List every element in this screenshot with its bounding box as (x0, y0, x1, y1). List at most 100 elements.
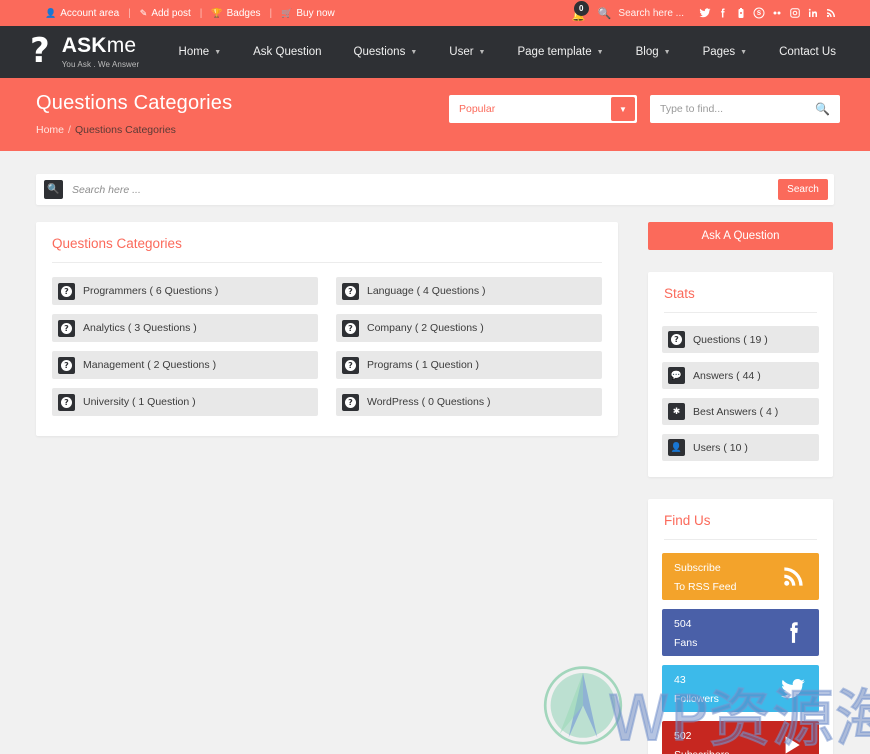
category-item-programmers[interactable]: ? Programmers ( 6 Questions ) (52, 277, 318, 305)
main-column: Questions Categories ? Programmers ( 6 Q… (36, 222, 618, 436)
find-us-text: 43 Followers (674, 670, 719, 708)
chevron-down-icon: ▼ (214, 49, 221, 56)
sidebar: Ask A Question Stats ? Questions ( 19 ) … (648, 222, 833, 754)
search-input[interactable]: Search here ... (63, 184, 778, 196)
stats-card: Stats ? Questions ( 19 ) 💬 Answers ( 44 … (648, 272, 833, 477)
user-icon: 👤 (45, 9, 56, 18)
find-input-placeholder: Type to find... (660, 103, 723, 115)
nav-item-label: Questions (354, 46, 406, 58)
find-input[interactable]: Type to find... 🔍 (650, 95, 840, 123)
find-us-line1: 43 (674, 674, 686, 686)
category-item-university[interactable]: ? University ( 1 Question ) (52, 388, 318, 416)
youtube-icon (776, 732, 806, 754)
find-us-text: 502 Subscribers (674, 726, 729, 754)
question-icon: ? (58, 357, 75, 374)
stat-item-users[interactable]: 👤 Users ( 10 ) (662, 434, 819, 461)
notifications-button[interactable]: 🔔 0 (566, 0, 592, 26)
instagram-icon[interactable] (786, 4, 804, 22)
category-item-management[interactable]: ? Management ( 2 Questions ) (52, 351, 318, 379)
search-icon[interactable]: 🔍 (598, 7, 612, 20)
stat-item-answers[interactable]: 💬 Answers ( 44 ) (662, 362, 819, 389)
top-utility-bar: 👤 Account area | ✎ Add post | 🏆 Badges |… (0, 0, 870, 26)
nav-item-label: User (449, 46, 473, 58)
linkedin-icon[interactable] (804, 4, 822, 22)
nav-item-ask-question[interactable]: Ask Question (237, 46, 337, 58)
facebook-icon[interactable] (714, 4, 732, 22)
comment-icon: 💬 (668, 367, 685, 384)
category-label: Management ( 2 Questions ) (83, 359, 216, 371)
skype-icon[interactable] (750, 4, 768, 22)
chevron-down-icon: ▼ (410, 49, 417, 56)
rss-icon[interactable] (822, 4, 840, 22)
question-mark-logo-icon: ? (30, 34, 50, 68)
question-icon: ? (58, 394, 75, 411)
stat-label: Questions ( 19 ) (693, 334, 768, 346)
find-us-item-twitter[interactable]: 43 Followers (662, 665, 819, 712)
nav-item-label: Home (179, 46, 210, 58)
category-label: Language ( 4 Questions ) (367, 285, 486, 297)
search-button[interactable]: Search (778, 179, 828, 200)
stats-card-title: Stats (648, 272, 833, 301)
page-root: 👤 Account area | ✎ Add post | 🏆 Badges |… (0, 0, 870, 754)
search-icon[interactable]: 🔍 (815, 102, 830, 116)
sort-select-value: Popular (449, 103, 495, 115)
stat-label: Users ( 10 ) (693, 442, 748, 454)
question-icon: ? (342, 320, 359, 337)
category-item-company[interactable]: ? Company ( 2 Questions ) (336, 314, 602, 342)
find-us-item-facebook[interactable]: 504 Fans (662, 609, 819, 656)
twitter-icon[interactable] (696, 4, 714, 22)
chevron-down-icon[interactable]: ▼ (611, 97, 635, 121)
site-logo[interactable]: ? ASKme You Ask . We Answer (30, 35, 139, 68)
topbar-link-account[interactable]: 👤 Account area (36, 8, 128, 19)
breadcrumb-separator: / (68, 124, 71, 136)
stat-item-questions[interactable]: ? Questions ( 19 ) (662, 326, 819, 353)
nav-item-label: Blog (636, 46, 659, 58)
topbar-link-badges[interactable]: 🏆 Badges (202, 8, 269, 19)
logo-main-bold: ASK (62, 34, 107, 57)
rss-icon (781, 564, 806, 589)
find-us-line2: Fans (674, 637, 697, 649)
categories-grid: ? Programmers ( 6 Questions ) ? Language… (36, 263, 618, 436)
breadcrumb-home[interactable]: Home (36, 124, 64, 136)
wordpress-logo-icon (528, 664, 638, 754)
stat-item-best-answers[interactable]: ✱ Best Answers ( 4 ) (662, 398, 819, 425)
ask-a-question-button[interactable]: Ask A Question (648, 222, 833, 250)
chevron-down-icon: ▼ (479, 49, 486, 56)
nav-item-user[interactable]: User ▼ (433, 46, 501, 58)
nav-item-home[interactable]: Home ▼ (163, 46, 238, 58)
sort-select[interactable]: Popular ▼ (449, 95, 637, 123)
category-item-language[interactable]: ? Language ( 4 Questions ) (336, 277, 602, 305)
find-us-card-title: Find Us (648, 499, 833, 528)
nav-item-label: Pages (703, 46, 736, 58)
flickr-icon[interactable] (768, 4, 786, 22)
find-us-line2: Subscribers (674, 749, 729, 754)
topbar-link-buy-now[interactable]: 🛒 Buy now (272, 8, 344, 19)
topbar-link-label: Badges (227, 8, 261, 19)
category-item-wordpress[interactable]: ? WordPress ( 0 Questions ) (336, 388, 602, 416)
notification-badge: 0 (574, 1, 589, 16)
find-us-item-rss[interactable]: Subscribe To RSS Feed (662, 553, 819, 600)
topbar-link-label: Account area (60, 8, 119, 19)
nav-item-questions[interactable]: Questions ▼ (338, 46, 434, 58)
find-us-text: 504 Fans (674, 614, 697, 652)
topbar-link-add-post[interactable]: ✎ Add post (131, 8, 200, 19)
top-links: 👤 Account area | ✎ Add post | 🏆 Badges |… (36, 8, 344, 19)
page-header-banner: Questions Categories Home/Questions Cate… (0, 78, 870, 151)
topbar-search-placeholder[interactable]: Search here ... (618, 8, 684, 19)
category-label: Programs ( 1 Question ) (367, 359, 479, 371)
stat-label: Best Answers ( 4 ) (693, 406, 778, 418)
category-item-programs[interactable]: ? Programs ( 1 Question ) (336, 351, 602, 379)
nav-item-contact-us[interactable]: Contact Us (763, 46, 852, 58)
nav-item-pages[interactable]: Pages ▼ (687, 46, 764, 58)
stats-list: ? Questions ( 19 ) 💬 Answers ( 44 ) ✱ Be… (648, 313, 833, 477)
breadcrumb: Home/Questions Categories (36, 124, 870, 136)
find-us-line1: 502 (674, 730, 692, 742)
find-us-list: Subscribe To RSS Feed 504 Fans (648, 540, 833, 754)
nav-item-blog[interactable]: Blog ▼ (620, 46, 687, 58)
top-right-tools: 🔔 0 🔍 Search here ... (566, 0, 840, 26)
find-us-item-youtube[interactable]: 502 Subscribers (662, 721, 819, 754)
youtube-icon[interactable] (732, 4, 750, 22)
chevron-down-icon: ▼ (664, 49, 671, 56)
nav-item-page-template[interactable]: Page template ▼ (501, 46, 619, 58)
category-item-analytics[interactable]: ? Analytics ( 3 Questions ) (52, 314, 318, 342)
